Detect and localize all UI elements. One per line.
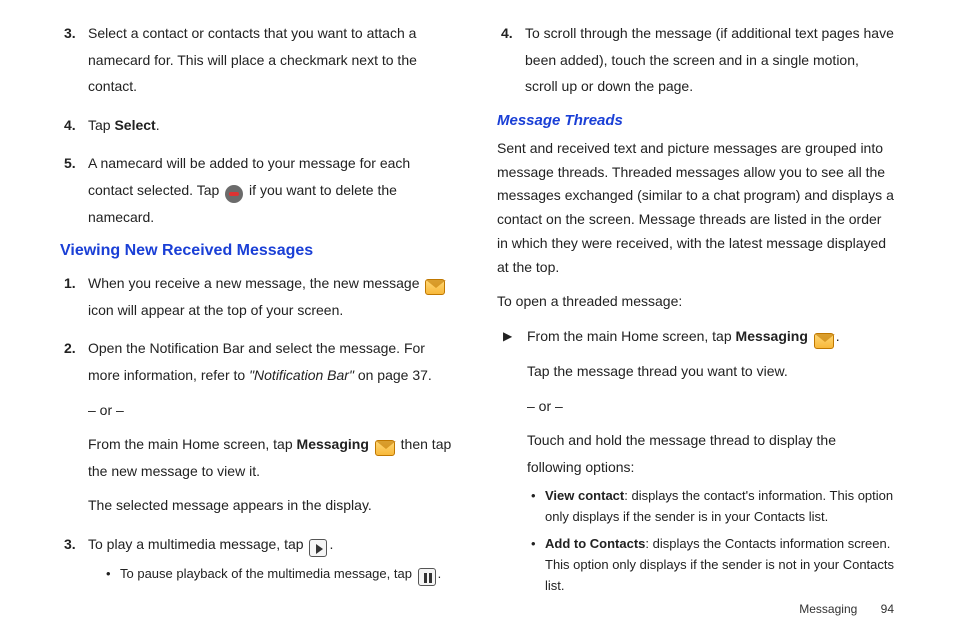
page-footer: Messaging 94 bbox=[799, 602, 894, 616]
bullet-text: View contact: displays the contact's inf… bbox=[545, 486, 894, 528]
text: From the main Home screen, tap Messaging… bbox=[88, 431, 457, 484]
delete-icon bbox=[225, 185, 243, 203]
list-item: 5. A namecard will be added to your mess… bbox=[60, 150, 457, 230]
bold-text: Select bbox=[114, 117, 155, 133]
bullet-icon: • bbox=[531, 486, 545, 528]
text: When you receive a new message, the new … bbox=[88, 275, 423, 291]
right-column: 4. To scroll through the message (if add… bbox=[497, 20, 894, 608]
or-text: – or – bbox=[88, 397, 457, 424]
triangle-item: ▶ From the main Home screen, tap Messagi… bbox=[503, 323, 894, 602]
play-icon bbox=[309, 539, 327, 557]
text: . bbox=[329, 536, 333, 552]
paragraph: To open a threaded message: bbox=[497, 290, 894, 314]
bold-text: Add to Contacts bbox=[545, 536, 645, 551]
text: To play a multimedia message, tap bbox=[88, 536, 307, 552]
list-number: 3. bbox=[60, 531, 88, 590]
bold-text: View contact bbox=[545, 488, 624, 503]
page-number: 94 bbox=[881, 602, 894, 616]
text: Tap bbox=[88, 117, 114, 133]
list-text: Open the Notification Bar and select the… bbox=[88, 335, 457, 519]
footer-section: Messaging bbox=[799, 602, 857, 616]
text: To pause playback of the multimedia mess… bbox=[120, 566, 416, 581]
list-text: To scroll through the message (if additi… bbox=[525, 20, 894, 100]
text: From the main Home screen, tap Messaging… bbox=[527, 323, 894, 350]
italic-text: "Notification Bar" bbox=[249, 367, 354, 383]
list-number: 1. bbox=[60, 270, 88, 323]
list-item: 2. Open the Notification Bar and select … bbox=[60, 335, 457, 519]
text: . bbox=[156, 117, 160, 133]
paragraph: Sent and received text and picture messa… bbox=[497, 137, 894, 280]
list-number: 4. bbox=[497, 20, 525, 100]
text: The selected message appears in the disp… bbox=[88, 492, 457, 519]
text: . bbox=[438, 566, 442, 581]
list-item: 3. Select a contact or contacts that you… bbox=[60, 20, 457, 100]
bullet-item: • Add to Contacts: displays the Contacts… bbox=[531, 534, 894, 596]
list-item: 1. When you receive a new message, the n… bbox=[60, 270, 457, 323]
list-item: 3. To play a multimedia message, tap . •… bbox=[60, 531, 457, 590]
list-text: To play a multimedia message, tap . • To… bbox=[88, 531, 457, 590]
messaging-icon bbox=[814, 333, 834, 349]
bullet-item: • To pause playback of the multimedia me… bbox=[106, 564, 457, 585]
bold-text: Messaging bbox=[297, 436, 369, 452]
message-icon bbox=[425, 279, 445, 295]
triangle-body: From the main Home screen, tap Messaging… bbox=[527, 323, 894, 602]
section-heading: Viewing New Received Messages bbox=[60, 242, 457, 260]
page-columns: 3. Select a contact or contacts that you… bbox=[60, 20, 894, 608]
list-number: 2. bbox=[60, 335, 88, 519]
text: icon will appear at the top of your scre… bbox=[88, 302, 343, 318]
or-text: – or – bbox=[527, 393, 894, 420]
text: From the main Home screen, tap bbox=[88, 436, 297, 452]
subsection-heading: Message Threads bbox=[497, 112, 894, 129]
text: Tap the message thread you want to view. bbox=[527, 358, 894, 385]
text: Touch and hold the message thread to dis… bbox=[527, 427, 894, 480]
list-number: 5. bbox=[60, 150, 88, 230]
list-text: When you receive a new message, the new … bbox=[88, 270, 457, 323]
list-text: Select a contact or contacts that you wa… bbox=[88, 20, 457, 100]
triangle-icon: ▶ bbox=[503, 323, 527, 602]
bullet-text: To pause playback of the multimedia mess… bbox=[120, 564, 441, 585]
list-text: A namecard will be added to your message… bbox=[88, 150, 457, 230]
bullet-icon: • bbox=[531, 534, 545, 596]
list-number: 4. bbox=[60, 112, 88, 139]
list-number: 3. bbox=[60, 20, 88, 100]
text: . bbox=[836, 328, 840, 344]
list-text: Tap Select. bbox=[88, 112, 457, 139]
pause-icon bbox=[418, 568, 436, 586]
bold-text: Messaging bbox=[736, 328, 808, 344]
left-column: 3. Select a contact or contacts that you… bbox=[60, 20, 457, 608]
list-item: 4. Tap Select. bbox=[60, 112, 457, 139]
bullet-item: • View contact: displays the contact's i… bbox=[531, 486, 894, 528]
bullet-text: Add to Contacts: displays the Contacts i… bbox=[545, 534, 894, 596]
text: on page 37. bbox=[354, 367, 432, 383]
list-item: 4. To scroll through the message (if add… bbox=[497, 20, 894, 100]
messaging-icon bbox=[375, 440, 395, 456]
text: From the main Home screen, tap bbox=[527, 328, 736, 344]
bullet-icon: • bbox=[106, 564, 120, 585]
